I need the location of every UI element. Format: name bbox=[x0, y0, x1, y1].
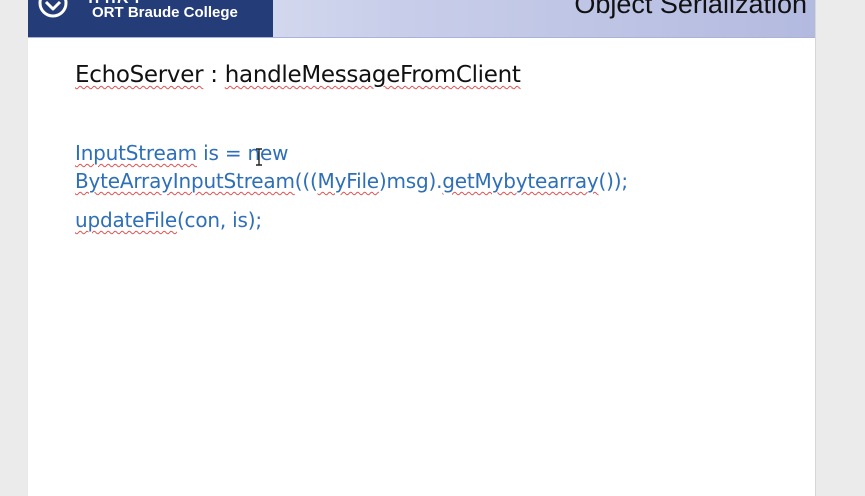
code-token: getMybytearray bbox=[442, 169, 599, 193]
slide-title: Object Serialization bbox=[574, 0, 807, 19]
code-line-2[interactable]: ByteArrayInputStream(((MyFile)msg).getMy… bbox=[75, 169, 628, 193]
code-token: ((( bbox=[294, 169, 318, 193]
college-logo: ראודה ORT Braude College bbox=[28, 0, 273, 37]
college-emblem-icon bbox=[38, 0, 68, 18]
code-token: InputStream bbox=[75, 141, 197, 165]
slide-right-edge bbox=[815, 0, 816, 496]
code-token: is = new bbox=[196, 141, 289, 165]
subtitle-class-name: EchoServer bbox=[75, 62, 204, 88]
code-token: MyFile bbox=[317, 169, 380, 193]
slide-canvas[interactable]: ראודה ORT Braude College Object Serializ… bbox=[28, 0, 815, 496]
code-token: (con, is); bbox=[176, 208, 262, 232]
subtitle-separator: : bbox=[203, 62, 225, 88]
code-line-3[interactable]: updateFile(con, is); bbox=[75, 208, 262, 232]
code-token: )msg). bbox=[378, 169, 443, 193]
logo-college-name: ORT Braude College bbox=[92, 4, 238, 21]
code-token: updateFile bbox=[75, 208, 177, 232]
text-cursor-icon bbox=[256, 148, 262, 166]
presentation-stage: ראודה ORT Braude College Object Serializ… bbox=[0, 0, 865, 496]
slide-subtitle[interactable]: EchoServer : handleMessageFromClient bbox=[75, 62, 521, 88]
code-token: ()); bbox=[598, 169, 629, 193]
subtitle-method-name: handleMessageFromClient bbox=[224, 62, 521, 88]
code-token: ByteArrayInputStream bbox=[75, 169, 295, 193]
